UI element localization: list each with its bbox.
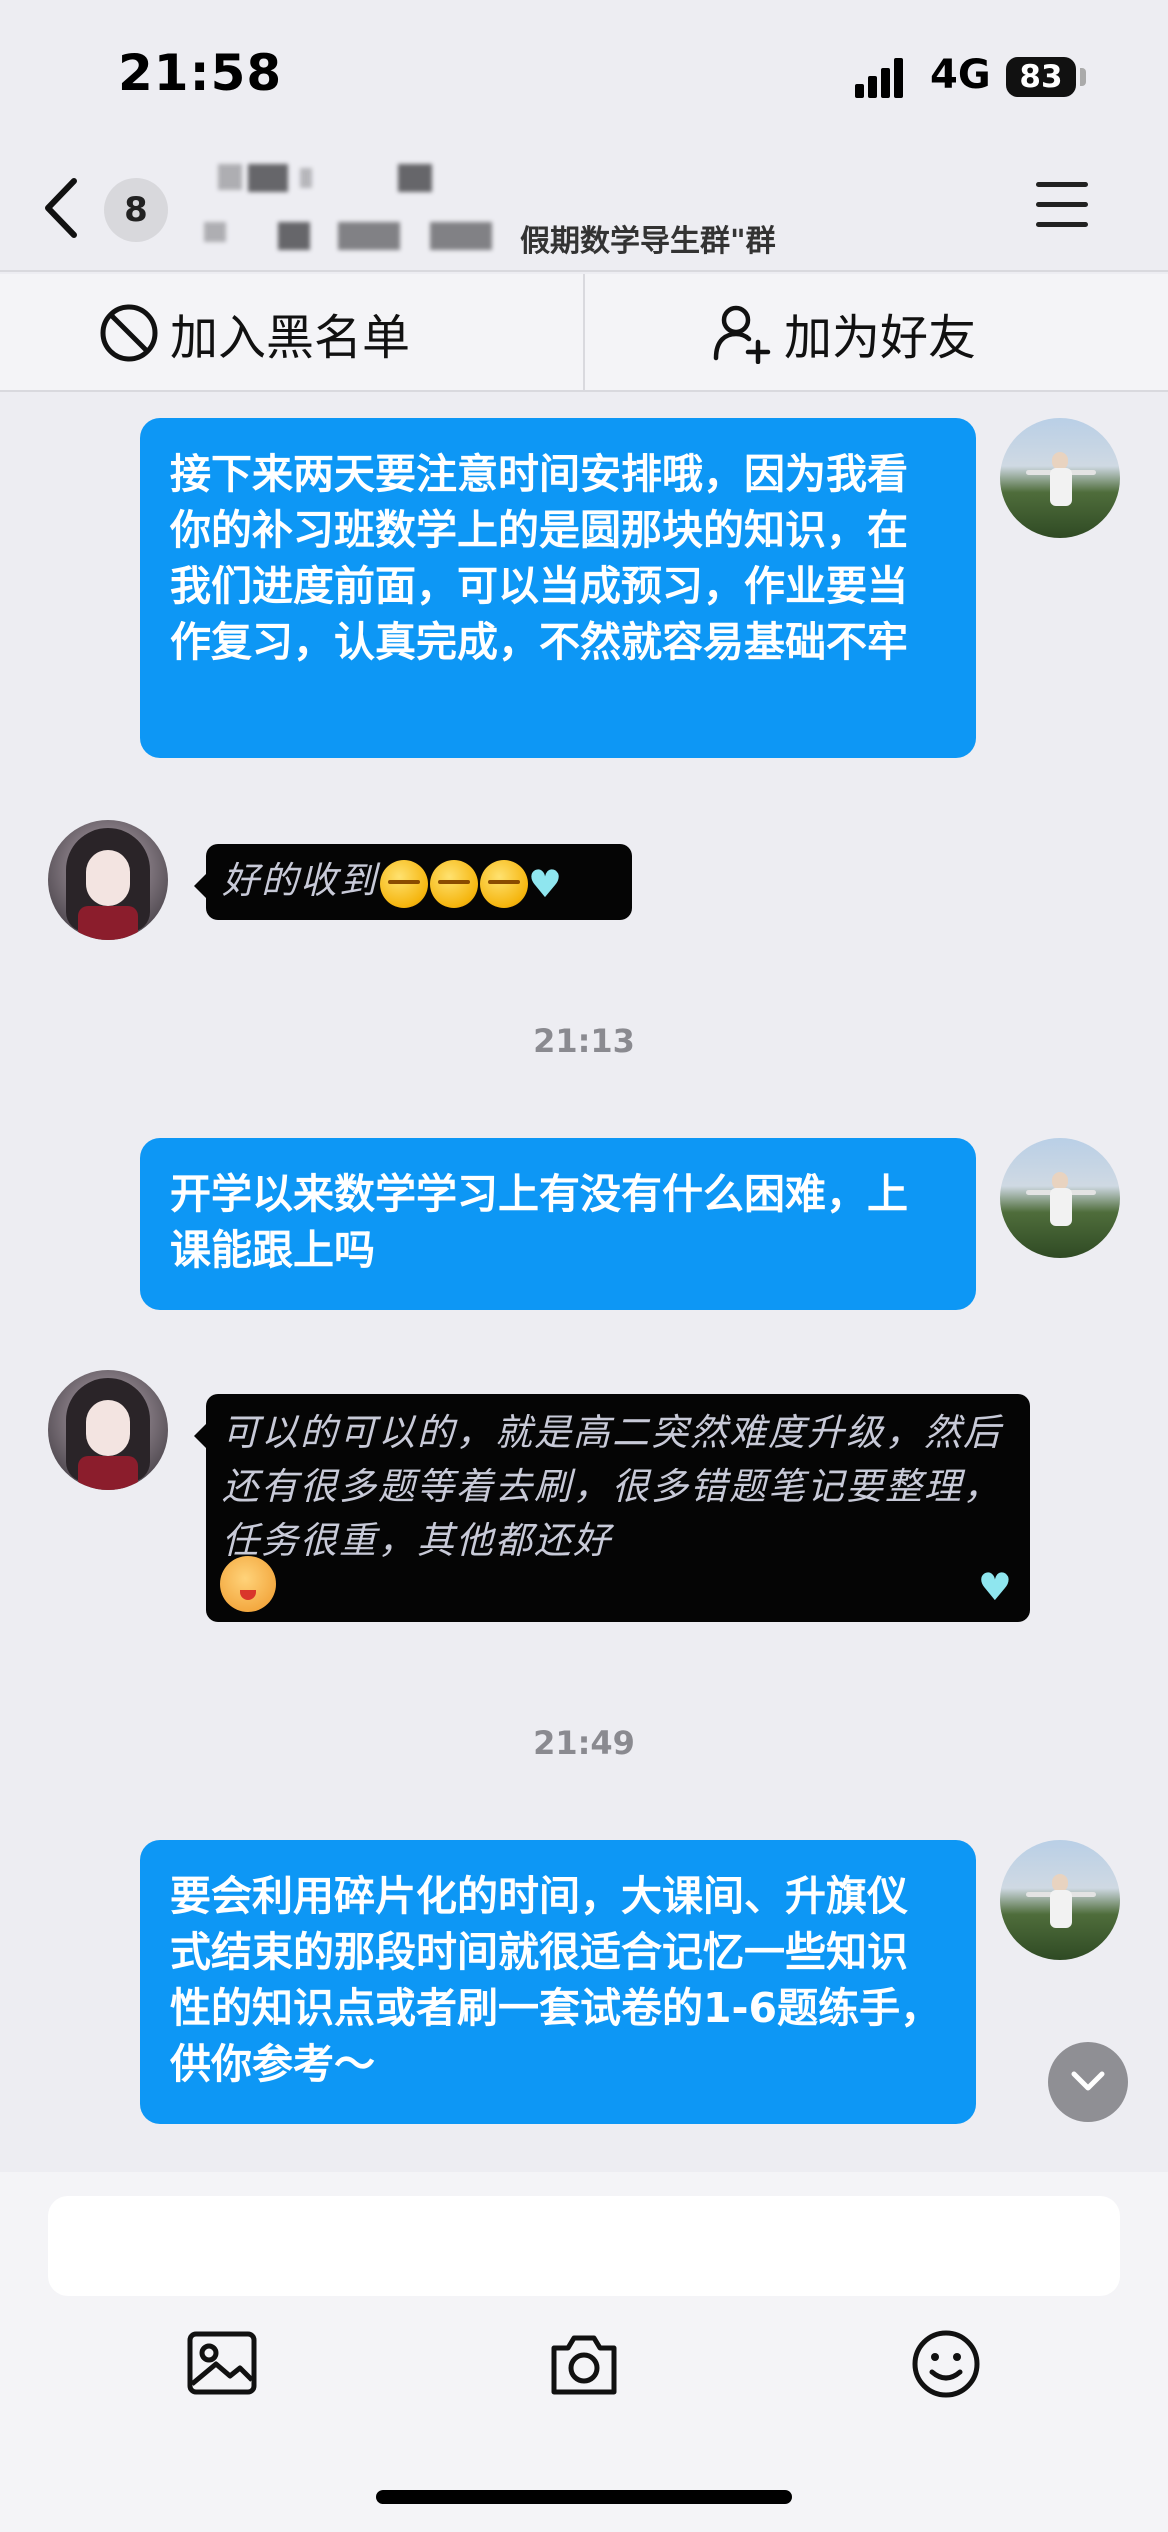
avatar[interactable] <box>48 1370 168 1490</box>
add-user-icon <box>713 305 771 364</box>
blacklist-label: 加入黑名单 <box>170 310 411 366</box>
network-type: 4G <box>930 52 991 98</box>
message-text: 可以的可以的，就是高二突然难度升级，然后还有很多题等着去刷，很多错题笔记要整理，… <box>222 1411 1002 1562</box>
heart-icon: ♥ <box>977 1565 1014 1609</box>
smirk-emoji-icon <box>380 859 428 908</box>
smirk-emoji-icon <box>430 859 478 908</box>
message-bubble-other[interactable]: 可以的可以的，就是高二突然难度升级，然后还有很多题等着去刷，很多错题笔记要整理，… <box>194 1394 1030 1622</box>
smirk-emoji-icon <box>480 859 528 908</box>
message-bubble-self[interactable]: 开学以来数学学习上有没有什么困难，上课能跟上吗 <box>140 1138 976 1310</box>
image-icon[interactable] <box>182 2324 262 2404</box>
back-icon[interactable] <box>38 175 88 241</box>
action-bar: 加入黑名单 加为好友 <box>0 274 1168 392</box>
avatar[interactable] <box>1000 1138 1120 1258</box>
scroll-to-bottom-button[interactable] <box>1048 2042 1128 2122</box>
face-emoji-icon <box>220 1556 276 1612</box>
heart-icon: ♥ <box>528 861 565 906</box>
menu-icon[interactable] <box>1036 182 1088 228</box>
battery-tip <box>1080 68 1086 86</box>
message-bubble-self[interactable]: 接下来两天要注意时间安排哦，因为我看你的补习班数学上的是圆那块的知识，在我们进度… <box>140 418 976 758</box>
timestamp: 21:13 <box>533 1022 635 1060</box>
message-text: 好的收到 <box>222 859 378 902</box>
add-friend-label: 加为好友 <box>784 310 977 366</box>
camera-icon[interactable] <box>544 2324 624 2404</box>
chevron-down-icon <box>1071 2071 1105 2091</box>
add-friend-button[interactable]: 加为好友 <box>712 274 976 392</box>
message-bubble-other[interactable]: 好的收到 ♥ <box>194 844 632 920</box>
message-bubble-self[interactable]: 要会利用碎片化的时间，大课间、升旗仪式结束的那段时间就很适合记忆一些知识性的知识… <box>140 1840 976 2124</box>
status-time: 21:58 <box>118 44 283 102</box>
timestamp: 21:49 <box>533 1724 635 1762</box>
status-bar: 21:58 4G 83 <box>0 0 1168 150</box>
battery-icon: 83 <box>1006 57 1076 97</box>
composer <box>0 2172 1168 2532</box>
emoji-icon[interactable] <box>906 2324 986 2404</box>
block-icon <box>100 304 158 362</box>
add-to-blacklist-button[interactable]: 加入黑名单 <box>98 274 410 392</box>
avatar[interactable] <box>1000 418 1120 538</box>
avatar[interactable] <box>48 820 168 940</box>
chat-subtitle: 假期数学导生群"群 <box>520 224 776 259</box>
unread-count-badge[interactable]: 8 <box>104 178 168 242</box>
chat-header: 8 假期数学导生群"群 <box>0 150 1168 272</box>
message-input[interactable] <box>48 2196 1120 2296</box>
signal-icon <box>855 58 913 98</box>
avatar[interactable] <box>1000 1840 1120 1960</box>
action-divider <box>583 274 585 392</box>
home-indicator[interactable] <box>376 2490 792 2504</box>
